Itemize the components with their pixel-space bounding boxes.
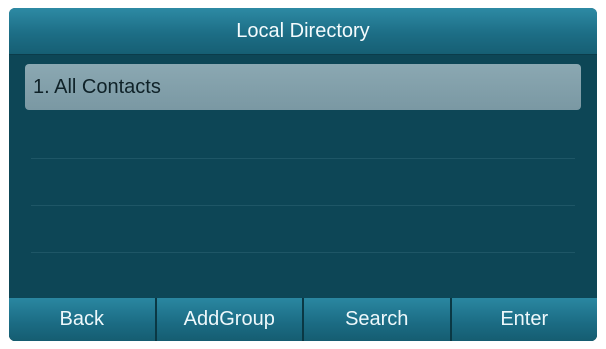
phone-screen: Local Directory 1. All Contacts Back Add… xyxy=(9,8,597,341)
directory-list: 1. All Contacts xyxy=(9,55,597,293)
list-item-all-contacts[interactable]: 1. All Contacts xyxy=(25,64,581,110)
softkey-bar: Back AddGroup Search Enter xyxy=(9,298,597,341)
row-divider xyxy=(31,205,575,206)
row-divider xyxy=(31,252,575,253)
add-group-button[interactable]: AddGroup xyxy=(156,298,304,341)
title-bar: Local Directory xyxy=(9,8,597,55)
page-title: Local Directory xyxy=(236,19,370,42)
row-divider xyxy=(31,158,575,159)
search-button[interactable]: Search xyxy=(304,298,452,341)
list-item-label: 1. All Contacts xyxy=(33,75,161,98)
back-button[interactable]: Back xyxy=(9,298,157,341)
enter-button[interactable]: Enter xyxy=(451,298,597,341)
